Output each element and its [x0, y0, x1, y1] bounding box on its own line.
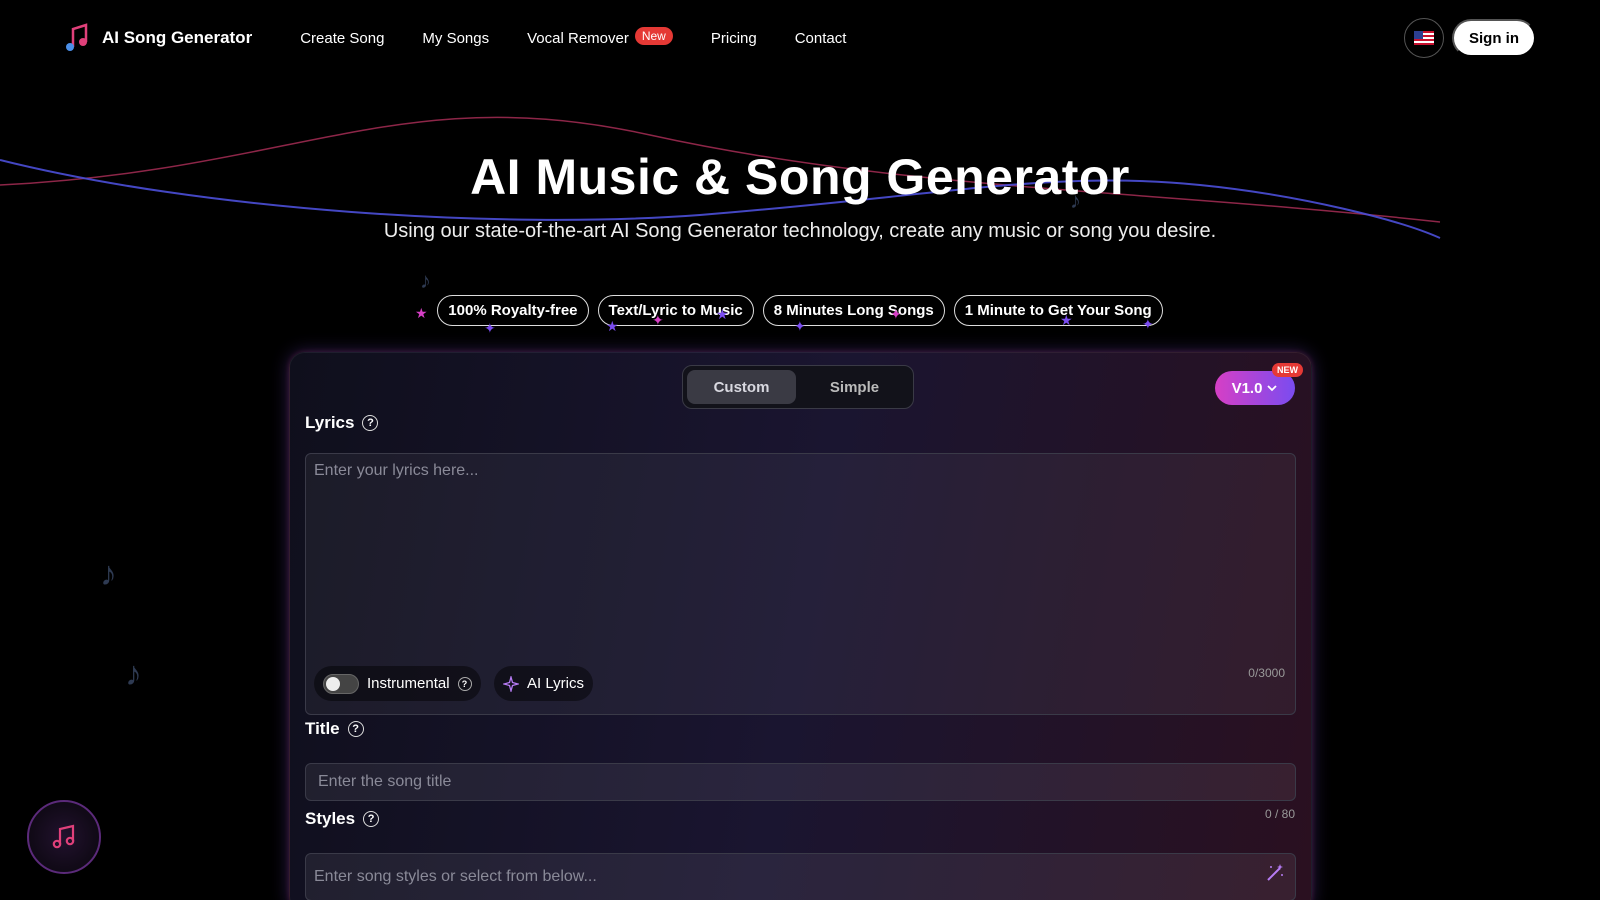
help-icon[interactable]: ?: [363, 811, 380, 827]
sparkle-icon: [503, 675, 519, 692]
nav-vocal-remover-label: Vocal Remover: [527, 29, 629, 47]
lyrics-counter: 0/3000: [1248, 666, 1285, 680]
styles-input[interactable]: [306, 854, 1295, 900]
sparkle-icon: ✦: [890, 306, 902, 322]
us-flag-icon: [1414, 31, 1434, 45]
instrumental-toggle-chip[interactable]: Instrumental ?: [314, 666, 481, 701]
new-badge: NEW: [1272, 363, 1303, 377]
feature-pill: Text/Lyric to Music: [597, 295, 754, 326]
song-form-card: Custom Simple V1.0 NEW Lyrics ? 0/3000 I…: [289, 352, 1312, 900]
styles-field: [305, 853, 1296, 900]
version-selector[interactable]: V1.0 NEW: [1215, 363, 1303, 405]
nav-vocal-remover[interactable]: Vocal Remover New: [527, 27, 673, 47]
brand[interactable]: AI Song Generator: [64, 23, 252, 53]
sparkle-icon: ✦: [652, 312, 664, 328]
nav-contact[interactable]: Contact: [795, 30, 847, 47]
styles-label: Styles ?: [305, 809, 380, 829]
title-input[interactable]: [306, 764, 1295, 800]
music-note-icon: ♪: [420, 268, 431, 293]
nav-create-song[interactable]: Create Song: [300, 30, 384, 47]
brand-name: AI Song Generator: [102, 28, 253, 47]
main-nav: Create Song My Songs Vocal Remover New P…: [300, 27, 847, 47]
sparkle-icon: ✦: [484, 320, 496, 336]
lyrics-input[interactable]: [306, 454, 1295, 654]
tab-custom[interactable]: Custom: [687, 370, 796, 404]
sparkle-icon: ✦: [794, 318, 806, 334]
sparkle-icon: ★: [415, 305, 428, 321]
header-actions: Sign in: [1404, 18, 1536, 58]
help-icon[interactable]: ?: [457, 676, 472, 691]
page-title: AI Music & Song Generator: [470, 149, 1130, 205]
help-icon[interactable]: ?: [362, 415, 379, 431]
version-label: V1.0: [1231, 379, 1263, 397]
sign-in-button[interactable]: Sign in: [1452, 19, 1536, 57]
sparkle-icon: ✦: [1142, 316, 1154, 332]
sparkle-icon: ★: [716, 306, 729, 322]
lyrics-label: Lyrics ?: [305, 413, 379, 433]
nav-pricing[interactable]: Pricing: [711, 30, 757, 47]
feature-pill: 100% Royalty-free: [437, 295, 589, 326]
title-counter: 0 / 80: [1264, 807, 1295, 821]
lyrics-box: 0/3000 Instrumental ? AI Lyrics: [305, 453, 1296, 715]
feature-pill: 1 Minute to Get Your Song: [953, 295, 1163, 326]
ai-lyrics-button[interactable]: AI Lyrics: [494, 666, 593, 701]
music-player-button[interactable]: [27, 800, 101, 874]
styles-label-text: Styles: [305, 809, 356, 828]
mode-tabs: Custom Simple: [682, 365, 914, 409]
title-field: [305, 763, 1296, 801]
title-label: Title ?: [305, 719, 364, 739]
sparkle-icon: ★: [1060, 312, 1073, 328]
music-note-icon: ♪: [1070, 188, 1081, 213]
page-subtitle: Using our state-of-the-art AI Song Gener…: [383, 220, 1217, 242]
top-header: AI Song Generator Create Song My Songs V…: [0, 0, 1600, 76]
new-badge: New: [634, 27, 673, 45]
tab-simple[interactable]: Simple: [800, 370, 909, 404]
help-icon[interactable]: ?: [347, 721, 364, 737]
music-note-icon: ♪: [125, 655, 142, 693]
title-label-text: Title: [305, 719, 340, 738]
language-selector[interactable]: [1404, 18, 1444, 58]
music-note-logo-icon: [66, 23, 88, 51]
music-note-icon: [52, 824, 75, 849]
chevron-down-icon: [1267, 385, 1278, 392]
instrumental-label: Instrumental: [367, 675, 450, 692]
instrumental-toggle[interactable]: [323, 673, 359, 694]
nav-my-songs[interactable]: My Songs: [422, 30, 489, 47]
ai-lyrics-label: AI Lyrics: [527, 675, 584, 692]
lyrics-label-text: Lyrics: [305, 413, 355, 432]
sparkle-icon: ★: [606, 318, 619, 334]
magic-wand-icon[interactable]: [1265, 863, 1285, 883]
music-note-icon: ♪: [100, 555, 117, 593]
feature-pill: 8 Minutes Long Songs: [762, 295, 945, 326]
